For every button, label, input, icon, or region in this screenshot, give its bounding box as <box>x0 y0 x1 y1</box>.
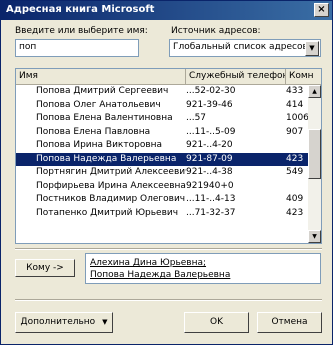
chevron-down-icon[interactable]: ▼ <box>305 41 319 56</box>
row-phone: 921-87-09 <box>186 153 233 164</box>
row-phone: 921940+0 <box>186 180 234 191</box>
advanced-button[interactable]: Дополнительно ▼ <box>15 312 113 333</box>
row-phone: ...11-..4-13 <box>186 194 236 204</box>
search-input[interactable]: поп <box>15 39 139 57</box>
list-row[interactable]: Попова Олег Анатольевич 921-39-46 414 <box>16 99 311 113</box>
to-button[interactable]: Кому -> <box>15 259 75 277</box>
row-name: Попова Ирина Викторовна <box>36 140 163 150</box>
row-name: Порфирьева Ирина Алексеевна <box>36 180 186 191</box>
window-title: Адресная книга Microsoft <box>6 4 155 15</box>
list-row[interactable]: Попова Елена Валентиновна ...57 1006 <box>16 112 311 126</box>
list-header: Имя Служебный телефон Комн <box>16 69 321 85</box>
row-phone: ...11-..5-09 <box>186 126 236 137</box>
search-input-value: поп <box>19 42 37 52</box>
recipient-entry[interactable]: Попова Надежда Валерьевна <box>90 270 230 280</box>
column-header-phone[interactable]: Служебный телефон <box>186 69 286 84</box>
row-name: Попова Дмитрий Сергеевич <box>36 86 169 96</box>
list-row[interactable]: Попова Елена Павловна ...11-..5-09 907 <box>16 126 311 140</box>
column-header-name[interactable]: Имя <box>16 69 186 84</box>
address-book-dialog: Адресная книга Microsoft × Введите или в… <box>0 0 333 345</box>
row-name: Попова Надежда Валерьевна <box>36 153 177 164</box>
source-label: Источник адресов: <box>171 26 261 36</box>
source-select[interactable]: Глобальный список адресов ▼ <box>169 39 321 57</box>
scroll-up-icon[interactable]: ▲ <box>308 85 321 98</box>
list-row[interactable]: Постников Владимир Олегович ...11-..4-13 4… <box>16 193 311 207</box>
row-phone: ...71-32-37 <box>186 207 236 218</box>
row-phone: ...52-02-30 <box>186 86 236 96</box>
source-select-value: Глобальный список адресов <box>173 42 308 52</box>
advanced-label: Дополнительно <box>20 317 96 327</box>
vertical-scrollbar[interactable]: ▲ ▼ <box>308 85 321 243</box>
row-phone: 921-39-46 <box>186 99 233 110</box>
list-row-selected[interactable]: Попова Надежда Валерьевна 921-87-09 423 <box>16 152 311 166</box>
list-row[interactable]: Портнягин Дмитрий Алексеевич 921-..4-38 54… <box>16 166 311 180</box>
cancel-button[interactable]: Отмена <box>257 312 322 333</box>
row-name: Попова Елена Валентиновна <box>36 113 173 123</box>
row-name: Попова Олег Анатольевич <box>36 99 161 110</box>
row-phone: 921-..4-38 <box>186 167 233 177</box>
row-phone: 921-..4-20 <box>186 140 233 150</box>
list-row[interactable]: Порфирьева Ирина Алексеевна 921940+0 <box>16 180 311 194</box>
recipient-entry[interactable]: Алехина Дина Юрьевна; <box>90 258 206 268</box>
list-rows: Попова Дмитрий Сергеевич ...52-02-30 433 П… <box>16 85 311 220</box>
divider <box>15 299 322 301</box>
row-name: Попова Елена Павловна <box>36 126 151 137</box>
list-row[interactable]: Попова Ирина Викторовна 921-..4-20 <box>16 139 311 153</box>
list-row[interactable]: Потапенко Дмитрий Юрьевич ...71-32-37 423 <box>16 207 311 221</box>
divider <box>15 248 322 250</box>
scroll-down-icon[interactable]: ▼ <box>308 230 321 243</box>
row-name: Портнягин Дмитрий Алексеевич <box>36 167 186 177</box>
search-label: Введите или выберите имя: <box>15 26 148 36</box>
recipients-field[interactable]: Алехина Дина Юрьевна; Попова Надежда Вал… <box>85 253 321 284</box>
row-name: Потапенко Дмитрий Юрьевич <box>36 207 179 218</box>
list-row[interactable]: Попова Дмитрий Сергеевич ...52-02-30 433 <box>16 85 311 99</box>
column-header-room[interactable]: Комн <box>286 69 321 84</box>
ok-button[interactable]: OK <box>184 312 249 333</box>
row-phone: ...57 <box>186 113 207 123</box>
title-bar[interactable]: Адресная книга Microsoft × <box>1 1 332 20</box>
address-list[interactable]: Имя Служебный телефон Комн Попова Дмитри… <box>15 68 322 244</box>
close-icon[interactable]: × <box>314 3 329 17</box>
row-name: Постников Владимир Олегович <box>36 194 186 204</box>
chevron-down-icon: ▼ <box>102 318 108 326</box>
scrollbar-thumb[interactable] <box>308 129 321 179</box>
